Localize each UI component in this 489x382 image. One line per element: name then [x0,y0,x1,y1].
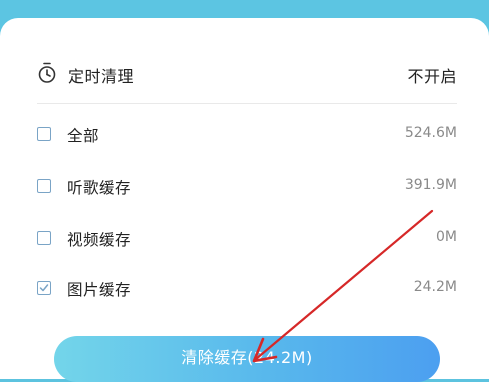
option-label: 全部 [67,127,100,145]
option-label: 听歌缓存 [67,179,132,197]
checkbox[interactable] [37,231,51,245]
scheduled-clean-row[interactable]: 定时清理 不开启 [37,60,457,90]
checkbox[interactable] [37,127,51,141]
checkbox[interactable] [37,179,51,193]
divider [37,103,457,104]
option-label: 视频缓存 [67,231,132,249]
scheduled-clean-value[interactable]: 不开启 [407,63,457,87]
clear-cache-button[interactable]: 清除缓存(24.2M) [54,336,440,382]
option-label: 图片缓存 [67,281,132,299]
check-icon [39,284,49,292]
option-size: 24.2M [413,279,457,295]
option-row-all[interactable]: 全部 524.6M [37,123,457,153]
timer-icon [37,62,57,84]
option-size: 0M [436,229,457,245]
option-row-music-cache[interactable]: 听歌缓存 391.9M [37,175,457,205]
checkbox-checked[interactable] [37,281,51,295]
option-size: 391.9M [404,177,457,193]
scheduled-clean-label: 定时清理 [68,67,135,86]
option-size: 524.6M [404,125,457,141]
option-row-video-cache[interactable]: 视频缓存 0M [37,227,457,257]
option-row-image-cache[interactable]: 图片缓存 24.2M [37,277,457,307]
